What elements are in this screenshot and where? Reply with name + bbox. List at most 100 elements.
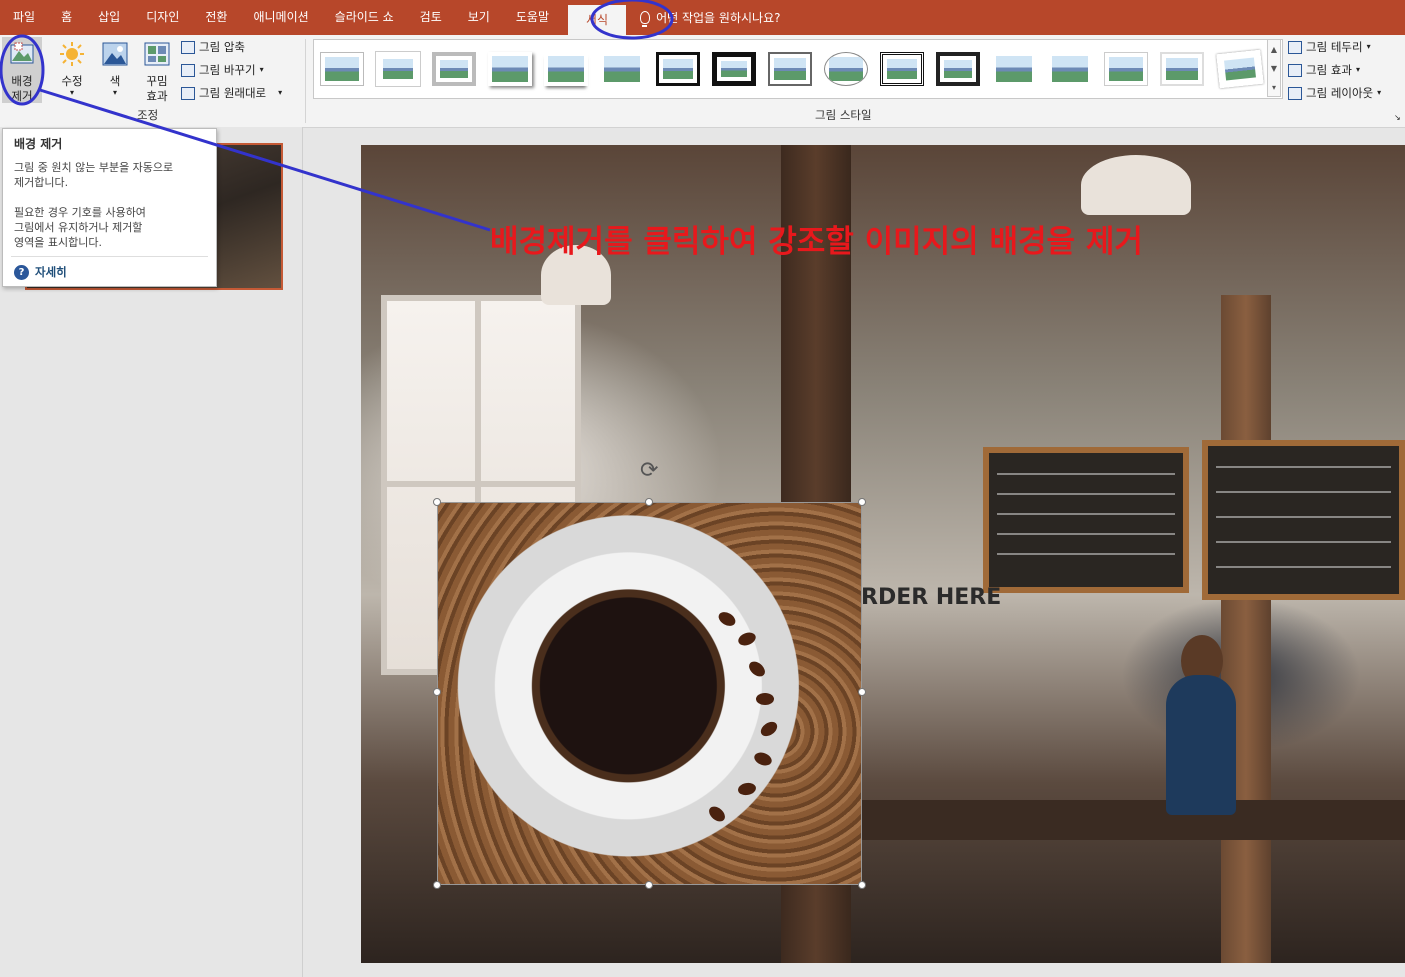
picture-effects-label: 그림 효과	[1306, 63, 1352, 77]
picture-style-5[interactable]	[544, 52, 588, 86]
picture-style-17[interactable]	[1216, 49, 1264, 89]
chevron-down-icon: ▾	[1355, 65, 1360, 74]
tooltip-line: 그림 중 원치 않는 부분을 자동으로	[14, 161, 174, 174]
tab-view[interactable]: 보기	[455, 0, 503, 35]
group-separator	[305, 39, 306, 123]
tooltip-line: 그림에서 유지하거나 제거할	[14, 221, 143, 234]
change-picture-label: 그림 바꾸기	[199, 63, 256, 77]
reset-picture-label: 그림 원래대로	[199, 86, 267, 100]
menu-board	[1202, 440, 1405, 600]
picture-style-12[interactable]	[936, 52, 980, 86]
tab-format[interactable]: 서식	[567, 5, 627, 35]
color-label: 색	[109, 74, 121, 88]
chevron-down-icon: ▾	[259, 65, 264, 74]
picture-layout-button[interactable]: 그림 레이아웃 ▾	[1288, 83, 1381, 103]
gallery-scroll[interactable]: ▲ ▼ ▾	[1267, 39, 1281, 97]
picture-border-label: 그림 테두리	[1306, 40, 1363, 54]
ribbon-format: 배경 제거 수정 ▾ 색 ▾ 꾸밈 효과 그림 압축 그림 바꾸기 ▾ 그림 원…	[0, 35, 1405, 128]
artistic-effects-icon	[144, 42, 170, 66]
cafe-counter	[851, 800, 1405, 840]
change-picture-button[interactable]: 그림 바꾸기 ▾	[181, 60, 264, 80]
menu-board	[983, 447, 1189, 593]
dialog-launcher-icon[interactable]: ↘	[1394, 113, 1401, 122]
tab-file[interactable]: 파일	[0, 0, 48, 35]
resize-handle[interactable]	[858, 498, 866, 506]
tooltip-line: 제거합니다.	[14, 176, 69, 189]
picture-border-button[interactable]: 그림 테두리 ▾	[1288, 37, 1371, 57]
tooltip-line: 영역을 표시합니다.	[14, 236, 102, 249]
picture-style-4[interactable]	[488, 52, 532, 86]
picture-style-2[interactable]	[376, 52, 420, 86]
compress-pictures-button[interactable]: 그림 압축	[181, 37, 245, 57]
picture-color-icon	[102, 42, 128, 66]
pendant-lamp	[1081, 155, 1191, 215]
picture-style-1[interactable]	[320, 52, 364, 86]
chevron-down-icon: ▾	[1377, 88, 1382, 97]
picture-style-6[interactable]	[600, 52, 644, 86]
picture-style-10[interactable]	[824, 52, 868, 86]
picture-style-16[interactable]	[1160, 52, 1204, 86]
adjust-group-label: 조정	[137, 108, 159, 122]
tab-animations[interactable]: 애니메이션	[240, 0, 321, 35]
picture-style-15[interactable]	[1104, 52, 1148, 86]
picture-effects-button[interactable]: 그림 효과 ▾	[1288, 60, 1360, 80]
layout-icon	[1288, 86, 1302, 100]
change-picture-icon	[181, 63, 195, 77]
picture-style-9[interactable]	[768, 52, 812, 86]
tooltip-line: 필요한 경우 기호를 사용하여	[14, 206, 146, 219]
tooltip-divider	[11, 256, 208, 257]
remove-background-icon	[10, 42, 34, 64]
help-question-icon: ?	[14, 264, 29, 280]
color-button[interactable]: 색 ▾	[95, 37, 135, 103]
tab-review[interactable]: 검토	[407, 0, 455, 35]
tell-me-box[interactable]: 어떤 작업을 원하시나요?	[640, 9, 780, 27]
order-here-sign: RDER HERE	[861, 585, 1002, 610]
tab-insert[interactable]: 삽입	[85, 0, 133, 35]
coffee-cup-picture[interactable]	[437, 502, 862, 885]
picture-layout-label: 그림 레이아웃	[1306, 86, 1374, 100]
artistic-effects-button[interactable]: 꾸밈 효과	[137, 37, 177, 103]
corrections-button[interactable]: 수정 ▾	[52, 37, 92, 103]
resize-handle[interactable]	[858, 881, 866, 889]
reset-picture-button[interactable]: 그림 원래대로 ▾	[181, 83, 282, 103]
resize-handle[interactable]	[645, 881, 653, 889]
resize-handle[interactable]	[433, 688, 441, 696]
tooltip-help-label: 자세히	[35, 265, 67, 279]
tooltip-title: 배경 제거	[14, 137, 63, 151]
resize-handle[interactable]	[858, 688, 866, 696]
remove-background-button[interactable]: 배경 제거	[2, 37, 42, 103]
wood-column	[1221, 295, 1271, 963]
lightbulb-icon	[640, 11, 651, 27]
tab-design[interactable]: 디자인	[133, 0, 192, 35]
tab-home[interactable]: 홈	[48, 0, 85, 35]
remove-background-label: 배경 제거	[11, 74, 33, 103]
sun-icon	[60, 42, 84, 66]
picture-style-8[interactable]	[712, 52, 756, 86]
picture-style-11[interactable]	[880, 52, 924, 86]
remove-background-tooltip: 배경 제거 그림 중 원치 않는 부분을 자동으로 제거합니다. 필요한 경우 …	[2, 128, 217, 287]
tab-help[interactable]: 도움말	[503, 0, 562, 35]
corrections-label: 수정	[61, 74, 83, 88]
chevron-down-icon: ▾	[278, 88, 283, 97]
tab-transitions[interactable]: 전환	[192, 0, 240, 35]
tab-slideshow[interactable]: 슬라이드 쇼	[322, 0, 407, 35]
resize-handle[interactable]	[645, 498, 653, 506]
artistic-effects-label: 꾸밈 효과	[146, 74, 168, 103]
resize-handle[interactable]	[433, 498, 441, 506]
picture-style-14[interactable]	[1048, 52, 1092, 86]
picture-style-3[interactable]	[432, 52, 476, 86]
instruction-annotation: 배경제거를 클릭하여 강조할 이미지의 배경을 제거	[490, 224, 1143, 260]
styles-group-label: 그림 스타일	[815, 108, 872, 122]
picture-style-7[interactable]	[656, 52, 700, 86]
compress-icon	[181, 40, 195, 54]
tooltip-help-link[interactable]: ? 자세히	[14, 264, 67, 280]
resize-handle[interactable]	[433, 881, 441, 889]
chevron-down-icon: ▾	[1366, 42, 1371, 51]
barista	[1166, 675, 1236, 815]
effects-icon	[1288, 63, 1302, 77]
pen-icon	[1288, 40, 1302, 54]
rotate-handle-icon[interactable]: ⟳	[640, 458, 658, 483]
ribbon-tab-bar: 파일 홈 삽입 디자인 전환 애니메이션 슬라이드 쇼 검토 보기 도움말 서식…	[0, 0, 1405, 35]
picture-style-13[interactable]	[992, 52, 1036, 86]
slide-canvas[interactable]: RDER HERE 배경제거를 클릭하여 강조할 이미지의 배경을 제거 ⟳	[361, 145, 1405, 963]
